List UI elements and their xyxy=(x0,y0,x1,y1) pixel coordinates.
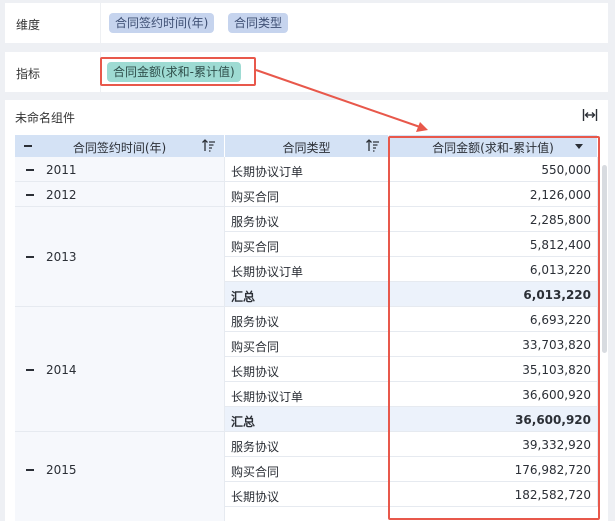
header-type[interactable]: 合同类型 xyxy=(225,135,389,157)
fit-width-icon[interactable] xyxy=(582,108,598,122)
year-label: 2011 xyxy=(46,162,77,177)
year-group-cell: 2013 xyxy=(15,207,225,307)
year-group-cell: 2012 xyxy=(15,182,225,207)
type-cell: 长期协议 xyxy=(225,482,389,507)
type-cell: 长期协议订单 xyxy=(225,382,389,407)
dimension-row: 维度 合同签约时间(年) 合同类型 xyxy=(5,3,608,43)
year-label: 2014 xyxy=(46,362,77,377)
collapse-group-icon[interactable] xyxy=(26,256,34,258)
dimension-label: 维度 xyxy=(16,18,41,32)
year-group-cell: 2011 xyxy=(15,157,225,182)
collapse-group-icon[interactable] xyxy=(26,468,34,471)
type-cell: 购买合同 xyxy=(225,332,389,357)
collapse-group-icon[interactable] xyxy=(26,193,34,196)
vertical-scrollbar[interactable] xyxy=(602,165,607,353)
year-group-cell: 2015 xyxy=(15,432,225,521)
type-cell: 服务协议 xyxy=(225,207,389,232)
type-cell: 服务协议 xyxy=(225,432,389,457)
highlight-box-amount-column xyxy=(388,136,600,520)
year-group-cell: 2014 xyxy=(15,307,225,432)
year-label: 2015 xyxy=(46,462,77,477)
highlight-box-metric xyxy=(100,57,256,86)
type-cell: 长期协议订单 xyxy=(225,157,389,182)
dimension-chip-year[interactable]: 合同签约时间(年) xyxy=(109,13,215,33)
type-cell: 购买合同 xyxy=(225,457,389,482)
header-year[interactable]: 合同签约时间(年) xyxy=(15,135,225,157)
type-cell: 购买合同 xyxy=(225,232,389,257)
collapse-group-icon[interactable] xyxy=(26,368,34,371)
row-separator xyxy=(100,3,101,43)
type-cell: 长期协议订单 xyxy=(225,257,389,282)
metric-label: 指标 xyxy=(16,67,41,81)
collapse-group-icon[interactable] xyxy=(26,168,34,171)
dimension-chip-type[interactable]: 合同类型 xyxy=(228,13,289,33)
metric-row: 指标 合同金额(求和-累计值) xyxy=(5,52,608,92)
sort-icon[interactable] xyxy=(202,139,216,152)
component-title: 未命名组件 xyxy=(15,111,76,125)
type-cell: 购买合同 xyxy=(225,182,389,207)
type-cell: 服务协议 xyxy=(225,307,389,332)
subtotal-label-cell: 汇总 xyxy=(225,282,389,307)
year-label: 2013 xyxy=(46,250,77,264)
subtotal-label-cell: 汇总 xyxy=(225,407,389,432)
type-cell: 长期协议 xyxy=(225,357,389,382)
sort-icon[interactable] xyxy=(366,139,380,152)
year-label: 2012 xyxy=(46,187,77,202)
